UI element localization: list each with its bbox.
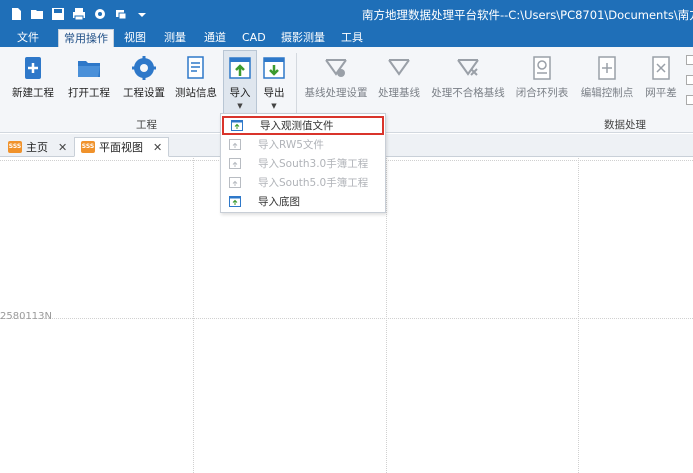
close-icon[interactable]: ✕	[58, 141, 67, 154]
tab-channel[interactable]: 通道	[199, 29, 231, 47]
coordinate-label: 2580113N	[0, 311, 53, 322]
baseline-settings-button[interactable]: 基线处理设置	[302, 51, 370, 115]
quick-access-toolbar	[8, 6, 149, 21]
network-adjustment-icon	[652, 56, 670, 80]
new-project-button[interactable]: 新建工程	[8, 51, 58, 115]
grid-line	[386, 158, 387, 473]
open-folder-icon[interactable]	[29, 6, 44, 21]
save-icon[interactable]	[50, 6, 65, 21]
new-file-icon[interactable]	[8, 6, 23, 21]
tab-photogrammetry[interactable]: 摄影测量	[276, 29, 330, 47]
list-icon	[533, 56, 551, 80]
document-icon	[187, 56, 204, 79]
gear-icon[interactable]	[92, 6, 107, 21]
menu-item-import-south5-project[interactable]: 导入South5.0手簿工程	[222, 173, 384, 192]
export-button[interactable]: 导出 ▼	[259, 51, 289, 115]
import-button[interactable]: 导入 ▼	[223, 50, 257, 116]
tab-cad[interactable]: CAD	[237, 29, 271, 47]
app-window: 南方地理数据处理平台软件--C:\Users\PC8701\Documents\…	[0, 0, 693, 473]
chevron-down-icon: ▼	[237, 102, 243, 110]
group-label-data-processing: 数据处理	[604, 119, 646, 131]
tab-tools[interactable]: 工具	[336, 29, 368, 47]
close-icon[interactable]: ✕	[153, 141, 162, 154]
print-icon[interactable]	[71, 6, 86, 21]
closed-loop-list-button[interactable]: 闭合环列表	[512, 51, 572, 115]
process-baseline-icon	[388, 59, 410, 76]
tab-file[interactable]: 文件	[12, 29, 44, 47]
import-icon	[229, 139, 241, 150]
window-title: 南方地理数据处理平台软件--C:\Users\PC8701\Documents\…	[362, 8, 693, 22]
gear-icon	[132, 56, 156, 80]
station-info-button[interactable]: 测站信息	[172, 51, 220, 115]
grid-line	[193, 158, 194, 473]
menu-item-import-south3-project[interactable]: 导入South3.0手簿工程	[222, 154, 384, 173]
app-logo-icon: SSS	[8, 141, 22, 153]
tab-home[interactable]: SSS 主页 ✕	[2, 137, 73, 157]
tab-common-operations[interactable]: 常用操作	[58, 29, 114, 47]
chevron-down-icon: ▼	[271, 102, 277, 110]
project-settings-button[interactable]: 工程设置	[118, 51, 170, 115]
grid-line	[0, 318, 693, 319]
group-label-project: 工程	[136, 119, 157, 131]
window-icon[interactable]	[113, 6, 128, 21]
process-failed-baseline-button[interactable]: 处理不合格基线	[428, 51, 508, 115]
baseline-settings-icon	[325, 59, 347, 77]
import-icon	[229, 196, 241, 207]
network-adjustment-button[interactable]: 网平差	[640, 51, 682, 115]
open-folder-icon	[78, 61, 100, 77]
tab-view[interactable]: 视图	[119, 29, 151, 47]
import-icon	[229, 158, 241, 169]
app-logo-icon: SSS	[81, 141, 95, 153]
import-icon	[229, 177, 241, 188]
menu-item-import-observation-file[interactable]: 导入观测值文件	[222, 116, 384, 135]
menu-item-import-rw5-file[interactable]: 导入RW5文件	[222, 135, 384, 154]
import-icon	[231, 120, 243, 131]
process-baseline-button[interactable]: 处理基线	[374, 51, 424, 115]
small-tool-icon[interactable]	[686, 55, 693, 65]
menu-item-import-base-map[interactable]: 导入底图	[222, 192, 384, 211]
import-dropdown-menu: 导入观测值文件 导入RW5文件 导入South3.0手簿工程 导入South5.…	[220, 113, 386, 213]
export-icon	[263, 57, 285, 79]
edit-control-point-icon	[598, 56, 616, 80]
small-tool-icon[interactable]	[686, 95, 693, 105]
new-project-icon	[25, 57, 41, 79]
ribbon-tab-bar: 文件 常用操作 视图 测量 通道 CAD 摄影测量 工具	[0, 28, 693, 47]
grid-line	[578, 158, 579, 473]
open-project-button[interactable]: 打开工程	[63, 51, 115, 115]
tab-plan-view[interactable]: SSS 平面视图 ✕	[74, 137, 170, 157]
tab-survey[interactable]: 测量	[159, 29, 191, 47]
edit-control-points-button[interactable]: 编辑控制点	[578, 51, 636, 115]
title-bar: 南方地理数据处理平台软件--C:\Users\PC8701\Documents\…	[0, 0, 693, 28]
process-failed-baseline-icon	[457, 59, 479, 76]
small-tool-icon[interactable]	[686, 75, 693, 85]
import-icon	[229, 57, 251, 79]
chevron-down-icon[interactable]	[134, 6, 149, 21]
